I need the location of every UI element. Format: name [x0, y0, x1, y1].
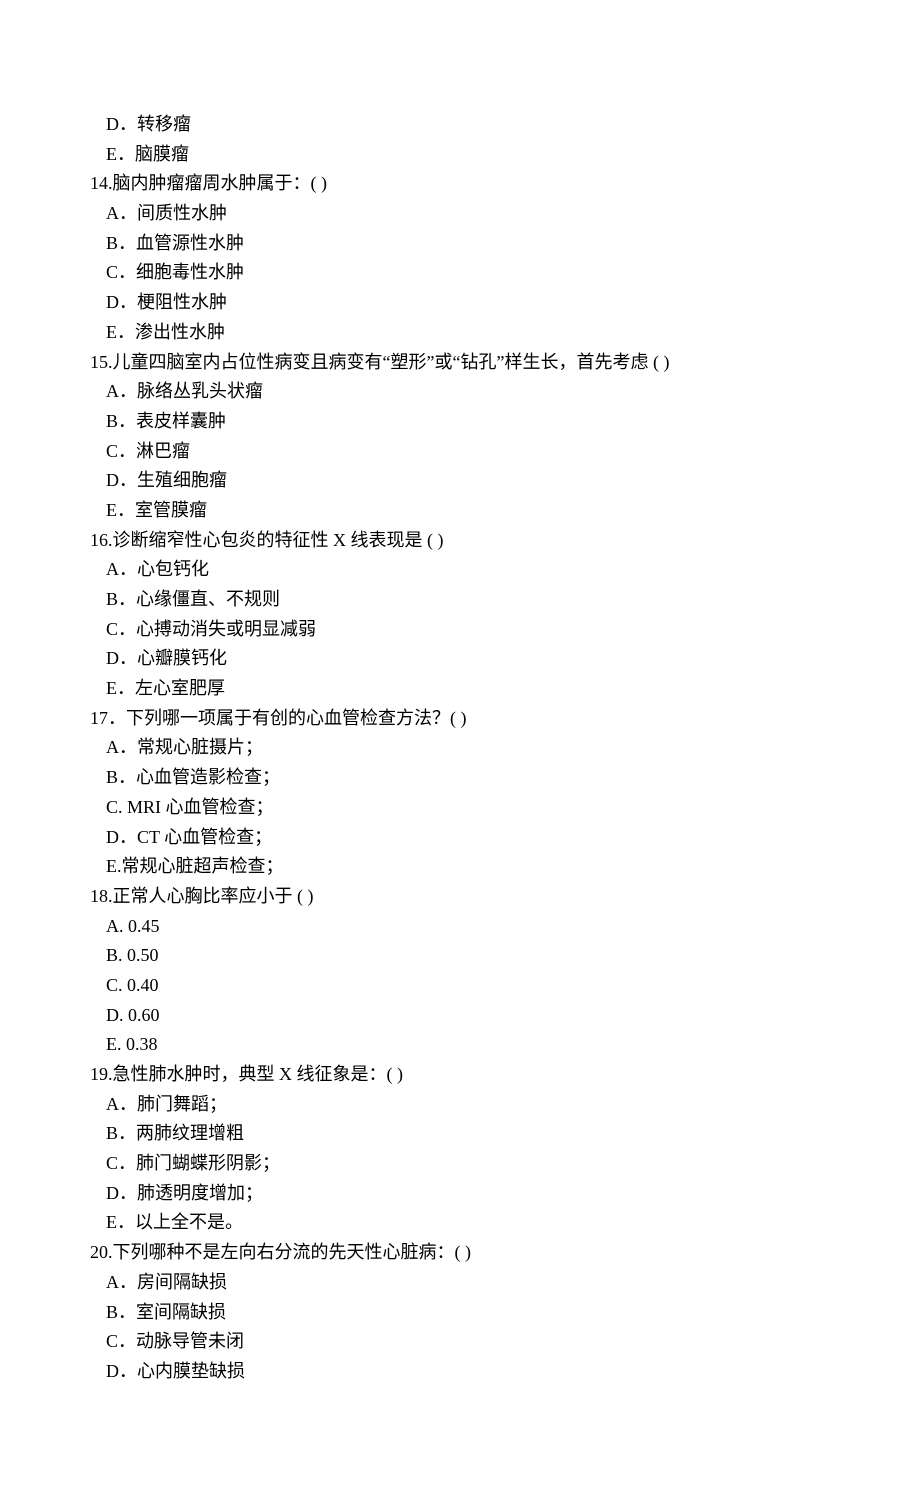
- option-line: B．心血管造影检查；: [90, 763, 830, 793]
- option-line: E．以上全不是。: [90, 1208, 830, 1238]
- question-line: 16.诊断缩窄性心包炎的特征性 X 线表现是 ( ): [90, 526, 830, 556]
- option-line: D．梗阻性水肿: [90, 288, 830, 318]
- option-line: C. MRI 心血管检查；: [90, 793, 830, 823]
- option-line: E．左心室肥厚: [90, 674, 830, 704]
- option-line: B．血管源性水肿: [90, 229, 830, 259]
- question-line: 14.脑内肿瘤瘤周水肿属于：( ): [90, 169, 830, 199]
- option-line: D．心内膜垫缺损: [90, 1357, 830, 1387]
- option-line: C．心搏动消失或明显减弱: [90, 615, 830, 645]
- document-page: D．转移瘤E．脑膜瘤14.脑内肿瘤瘤周水肿属于：( )A．间质性水肿B．血管源性…: [0, 0, 920, 1497]
- option-line: A．心包钙化: [90, 555, 830, 585]
- question-line: 19.急性肺水肿时，典型 X 线征象是：( ): [90, 1060, 830, 1090]
- option-line: E．渗出性水肿: [90, 318, 830, 348]
- option-line: D．肺透明度增加；: [90, 1179, 830, 1209]
- question-line: 17．下列哪一项属于有创的心血管检查方法？( ): [90, 704, 830, 734]
- option-line: D. 0.60: [90, 1001, 830, 1031]
- option-line: C．细胞毒性水肿: [90, 258, 830, 288]
- option-line: B. 0.50: [90, 941, 830, 971]
- option-line: A．常规心脏摄片；: [90, 733, 830, 763]
- option-line: D．心瓣膜钙化: [90, 644, 830, 674]
- option-line: B．表皮样囊肿: [90, 407, 830, 437]
- option-line: E. 0.38: [90, 1030, 830, 1060]
- option-line: E.常规心脏超声检查；: [90, 852, 830, 882]
- option-line: C．肺门蝴蝶形阴影；: [90, 1149, 830, 1179]
- option-line: B．两肺纹理增粗: [90, 1119, 830, 1149]
- option-line: A．肺门舞蹈；: [90, 1090, 830, 1120]
- option-line: C. 0.40: [90, 971, 830, 1001]
- question-line: 15.儿童四脑室内占位性病变且病变有“塑形”或“钻孔”样生长，首先考虑 ( ): [90, 348, 830, 378]
- question-line: 20.下列哪种不是左向右分流的先天性心脏病：( ): [90, 1238, 830, 1268]
- option-line: D．生殖细胞瘤: [90, 466, 830, 496]
- option-line: A．房间隔缺损: [90, 1268, 830, 1298]
- option-line: C．淋巴瘤: [90, 437, 830, 467]
- option-line: E．脑膜瘤: [90, 140, 830, 170]
- option-line: E．室管膜瘤: [90, 496, 830, 526]
- question-line: 18.正常人心胸比率应小于 ( ): [90, 882, 830, 912]
- option-line: A．脉络丛乳头状瘤: [90, 377, 830, 407]
- option-line: D．转移瘤: [90, 110, 830, 140]
- option-line: A. 0.45: [90, 912, 830, 942]
- option-line: B．心缘僵直、不规则: [90, 585, 830, 615]
- option-line: C．动脉导管未闭: [90, 1327, 830, 1357]
- option-line: D．CT 心血管检查；: [90, 823, 830, 853]
- option-line: A．间质性水肿: [90, 199, 830, 229]
